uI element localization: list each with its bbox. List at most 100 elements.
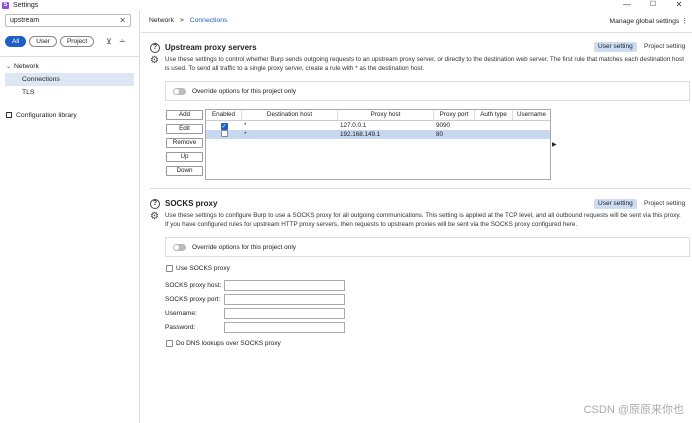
breadcrumb-connections: Connections xyxy=(189,17,228,24)
password-label: Password: xyxy=(165,324,196,331)
tree-item-connections[interactable]: Connections xyxy=(5,73,134,86)
configuration-library-link[interactable]: Configuration library xyxy=(6,112,77,119)
auth-cell xyxy=(475,130,513,139)
upstream-description: Use these settings to control whether Bu… xyxy=(165,56,684,72)
dns-lookups-label: Do DNS lookups over SOCKS proxy xyxy=(176,340,281,347)
clear-search-icon[interactable]: ✕ xyxy=(119,15,126,26)
override-label: Override options for this project only xyxy=(192,87,297,95)
help-icon[interactable]: ? xyxy=(150,43,160,53)
tree-item-tls[interactable]: TLS xyxy=(0,86,139,99)
socks-override-row[interactable]: Override options for this project only xyxy=(165,237,690,257)
socks-port-input[interactable] xyxy=(224,294,345,305)
username-label: Username: xyxy=(165,310,197,317)
breadcrumb-network[interactable]: Network xyxy=(149,17,174,24)
scroll-arrow-icon[interactable]: ▶ xyxy=(552,141,557,148)
title-bar: S Settings — ☐ ✕ xyxy=(0,0,692,11)
sidebar: upstream ✕ All User Project ⊻ ⩪ ⌄ Network… xyxy=(0,11,140,423)
watermark: CSDN @原原来你也 xyxy=(583,404,684,416)
socks-title: SOCKS proxy xyxy=(165,199,218,208)
table-header: Enabled Destination host Proxy host Prox… xyxy=(206,110,550,121)
upstream-rules-table: Enabled Destination host Proxy host Prox… xyxy=(205,109,551,180)
sidebar-divider xyxy=(0,56,139,57)
socks-description: Use these settings to configure Burp to … xyxy=(165,212,681,228)
username-input[interactable] xyxy=(224,308,345,319)
user-cell xyxy=(513,130,550,139)
table-row[interactable]: ✓ * 127.0.0.1 9090 xyxy=(206,121,550,130)
col-proxy-port[interactable]: Proxy port xyxy=(434,110,475,120)
col-destination-host[interactable]: Destination host xyxy=(242,110,338,120)
project-setting-badge[interactable]: Project setting xyxy=(640,199,690,209)
remove-button[interactable]: Remove xyxy=(166,138,203,148)
tree-label-connections: Connections xyxy=(22,76,60,83)
gear-icon[interactable]: ⚙ xyxy=(150,56,160,66)
enabled-checkbox[interactable]: ✓ xyxy=(220,123,228,130)
close-button[interactable]: ✕ xyxy=(666,0,692,11)
global-settings-label: Manage global settings xyxy=(609,18,680,25)
row-enabled-cell: ✓ xyxy=(206,121,242,130)
minimize-button[interactable]: — xyxy=(614,0,640,11)
dns-lookups-checkbox[interactable]: Do DNS lookups over SOCKS proxy xyxy=(166,340,281,347)
user-setting-badge[interactable]: User setting xyxy=(594,42,637,52)
breadcrumb: Network > Connections xyxy=(149,17,228,24)
table-row[interactable]: * 192.168.149.1 80 xyxy=(206,130,550,139)
collapse-all-icon[interactable]: ⩪ xyxy=(119,37,126,46)
maximize-button[interactable]: ☐ xyxy=(640,0,666,11)
filter-project[interactable]: Project xyxy=(59,36,95,47)
app-icon: S xyxy=(2,2,9,9)
manage-global-settings-link[interactable]: Manage global settings ⋮ xyxy=(609,17,688,25)
socks-port-label: SOCKS proxy port: xyxy=(165,296,221,303)
user-cell xyxy=(513,121,550,130)
search-input[interactable]: upstream ✕ xyxy=(5,14,131,27)
window-title: Settings xyxy=(13,2,39,9)
gear-icon[interactable]: ⚙ xyxy=(150,212,160,222)
expand-all-icon[interactable]: ⊻ xyxy=(106,37,112,46)
tree-label-tls: TLS xyxy=(22,89,35,96)
socks-host-input[interactable] xyxy=(224,280,345,291)
use-socks-label: Use SOCKS proxy xyxy=(176,265,230,272)
col-username[interactable]: Username xyxy=(513,110,550,120)
filter-user[interactable]: User xyxy=(29,36,57,47)
section-divider xyxy=(150,188,690,189)
checkbox-box[interactable] xyxy=(166,265,173,272)
header-divider xyxy=(141,32,692,33)
col-proxy-host[interactable]: Proxy host xyxy=(338,110,434,120)
help-icon[interactable]: ? xyxy=(150,199,160,209)
tree-label-network: Network xyxy=(14,63,39,70)
proxy-host-cell: 127.0.0.1 xyxy=(340,122,367,129)
enabled-checkbox[interactable] xyxy=(220,130,228,137)
settings-tree: ⌄ Network Connections TLS xyxy=(0,60,139,99)
filter-all[interactable]: All xyxy=(5,36,27,47)
filter-group: All User Project xyxy=(5,36,95,49)
override-toggle[interactable] xyxy=(173,87,186,95)
upstream-title: Upstream proxy servers xyxy=(165,43,257,52)
col-enabled[interactable]: Enabled xyxy=(206,110,242,120)
configuration-library-label: Configuration library xyxy=(16,112,77,119)
override-toggle[interactable] xyxy=(173,243,186,251)
col-auth-type[interactable]: Auth type xyxy=(475,110,513,120)
dest-cell: * xyxy=(244,122,247,129)
dest-cell: * xyxy=(244,131,247,138)
checkbox-box[interactable] xyxy=(166,340,173,347)
library-icon xyxy=(6,112,12,118)
more-options-icon[interactable]: ⋮ xyxy=(681,18,688,25)
use-socks-checkbox[interactable]: Use SOCKS proxy xyxy=(166,265,230,272)
override-label: Override options for this project only xyxy=(192,243,297,251)
down-button[interactable]: Down xyxy=(166,166,203,176)
user-setting-badge[interactable]: User setting xyxy=(594,199,637,209)
proxy-port-cell: 80 xyxy=(436,131,444,138)
auth-cell xyxy=(475,121,513,130)
tree-item-network[interactable]: ⌄ Network xyxy=(0,60,139,73)
edit-button[interactable]: Edit xyxy=(166,124,203,134)
proxy-port-cell: 9090 xyxy=(436,122,451,129)
caret-down-icon: ⌄ xyxy=(6,64,12,70)
project-setting-badge[interactable]: Project setting xyxy=(640,42,690,52)
row-enabled-cell xyxy=(206,130,242,139)
add-button[interactable]: Add xyxy=(166,110,203,120)
socks-host-label: SOCKS proxy host: xyxy=(165,282,222,289)
password-input[interactable] xyxy=(224,322,345,333)
breadcrumb-separator: > xyxy=(179,17,184,24)
search-value: upstream xyxy=(10,17,40,24)
up-button[interactable]: Up xyxy=(166,152,203,162)
proxy-host-cell: 192.168.149.1 xyxy=(340,131,381,138)
upstream-override-row[interactable]: Override options for this project only xyxy=(165,81,690,101)
